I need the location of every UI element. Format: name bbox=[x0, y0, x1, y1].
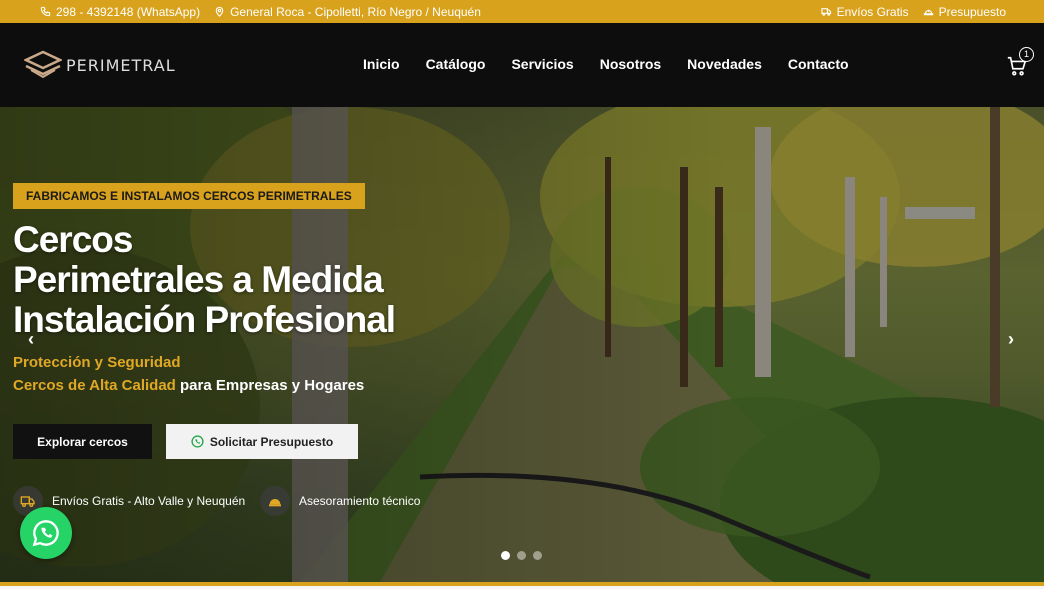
whatsapp-icon bbox=[32, 520, 59, 547]
feature-tech-advice: Asesoramiento técnico bbox=[260, 486, 420, 516]
top-info-bar: 298 - 4392148 (WhatsApp) General Roca - … bbox=[0, 0, 1044, 23]
hero-slider: FABRICAMOS E INSTALAMOS CERCOS PERIMETRA… bbox=[0, 107, 1044, 582]
nav-novedades[interactable]: Novedades bbox=[687, 56, 762, 72]
hero-badge: FABRICAMOS E INSTALAMOS CERCOS PERIMETRA… bbox=[13, 183, 365, 209]
shipping-link[interactable]: Envíos Gratis bbox=[820, 4, 909, 19]
nav-catalogo[interactable]: Catálogo bbox=[426, 56, 486, 72]
truck-icon bbox=[20, 496, 35, 507]
slider-dot-1[interactable] bbox=[501, 551, 510, 560]
request-quote-label: Solicitar Presupuesto bbox=[209, 434, 334, 449]
location-text: General Roca - Cipolletti, Río Negro / N… bbox=[230, 4, 481, 19]
nav-contacto[interactable]: Contacto bbox=[788, 56, 849, 72]
slider-dots bbox=[501, 551, 542, 560]
feature-free-shipping-text: Envíos Gratis - Alto Valle y Neuquén bbox=[52, 494, 246, 508]
feature-tech-advice-text: Asesoramiento técnico bbox=[299, 494, 421, 508]
truck-icon bbox=[820, 8, 831, 16]
nav-inicio[interactable]: Inicio bbox=[363, 56, 400, 72]
phone-icon bbox=[40, 6, 51, 17]
nav-servicios[interactable]: Servicios bbox=[511, 56, 573, 72]
hero-title-line-2: Perimetrales a Medida bbox=[13, 259, 384, 300]
hard-hat-icon bbox=[923, 9, 933, 16]
hero-subtitle-1: Protección y Seguridad bbox=[13, 354, 181, 371]
helmet-badge bbox=[260, 486, 290, 516]
hard-hat-icon bbox=[269, 499, 281, 507]
nav-nosotros[interactable]: Nosotros bbox=[600, 56, 661, 72]
hero-subtitle-2: Cercos de Alta Calidad para Empresas y H… bbox=[13, 377, 364, 394]
hero-subtitle-highlight: Cercos de Alta Calidad bbox=[13, 377, 176, 394]
main-header: PERIMETRAL Inicio Catálogo Servicios Nos… bbox=[0, 23, 1044, 107]
phone-text: 298 - 4392148 (WhatsApp) bbox=[56, 4, 201, 19]
quote-text: Presupuesto bbox=[938, 4, 1006, 19]
logo-text: PERIMETRAL bbox=[66, 55, 176, 75]
hero-title-line-3: Instalación Profesional bbox=[13, 299, 396, 340]
hero-title: Cercos Perimetrales a Medida Instalación… bbox=[13, 220, 533, 340]
explore-fences-button[interactable]: Explorar cercos bbox=[13, 424, 152, 459]
slider-prev-arrow[interactable]: ‹ bbox=[28, 329, 34, 350]
request-quote-button[interactable]: Solicitar Presupuesto bbox=[166, 424, 358, 459]
whatsapp-icon bbox=[191, 435, 204, 448]
whatsapp-float-button[interactable] bbox=[20, 507, 72, 559]
site-logo[interactable]: PERIMETRAL bbox=[24, 50, 176, 80]
slider-next-arrow[interactable]: › bbox=[1008, 329, 1014, 350]
slider-dot-2[interactable] bbox=[517, 551, 526, 560]
phone-link[interactable]: 298 - 4392148 (WhatsApp) bbox=[40, 5, 200, 19]
slider-dot-3[interactable] bbox=[533, 551, 542, 560]
location-info: General Roca - Cipolletti, Río Negro / N… bbox=[214, 5, 481, 19]
quote-link[interactable]: Presupuesto bbox=[923, 5, 1006, 19]
main-nav: Inicio Catálogo Servicios Nosotros Noved… bbox=[363, 56, 849, 72]
cart-count-badge: 1 bbox=[1019, 47, 1034, 62]
map-pin-icon bbox=[215, 6, 224, 17]
hero-title-line-1: Cercos bbox=[13, 219, 133, 260]
shipping-text: Envíos Gratis bbox=[836, 4, 909, 19]
hero-subtitle-rest: para Empresas y Hogares bbox=[175, 377, 365, 394]
logo-mark-icon bbox=[24, 50, 62, 79]
